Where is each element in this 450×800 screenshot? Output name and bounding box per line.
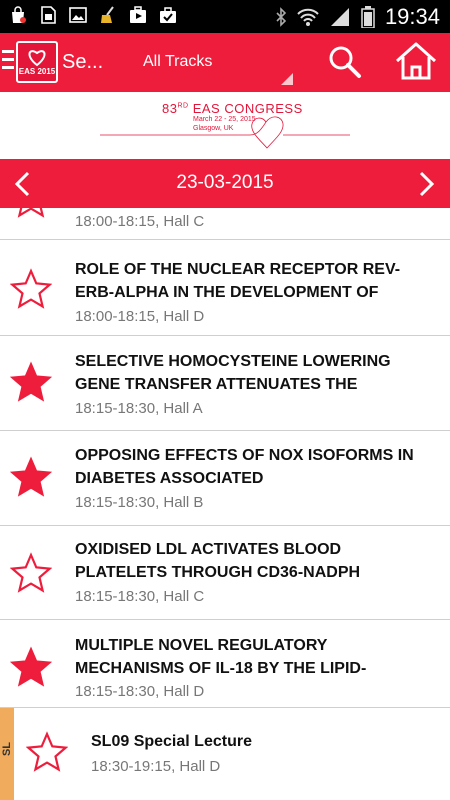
- broom-icon: [101, 6, 114, 23]
- search-icon[interactable]: [328, 45, 362, 79]
- track-filter-dropdown[interactable]: All Tracks: [130, 53, 295, 85]
- session-meta: 18:15-18:30, Hall B: [75, 494, 204, 511]
- session-meta: 18:15-18:30, Hall A: [75, 400, 203, 417]
- sim-card-icon: [41, 6, 56, 24]
- chevron-right-icon[interactable]: [418, 171, 436, 197]
- session-row[interactable]: MULTIPLE NOVEL REGULATORY MECHANISMS OF …: [0, 620, 450, 708]
- page-title: Se...: [62, 51, 104, 73]
- track-code: SL: [1, 741, 13, 757]
- session-row[interactable]: ROLE OF THE NUCLEAR RECEPTOR REV-ERB-ALP…: [0, 240, 450, 336]
- date-navigation: 23-03-2015: [0, 159, 450, 208]
- status-bar: 19:34: [0, 0, 450, 33]
- app-logo[interactable]: EAS 2015: [16, 41, 58, 83]
- image-icon: [69, 7, 87, 23]
- session-meta: 18:00-18:15, Hall C: [75, 213, 205, 230]
- star-outline-icon[interactable]: [26, 731, 68, 773]
- shopping-bag-icon: [12, 6, 26, 23]
- play-store-icon: [130, 6, 146, 23]
- congress-city: Glasgow, UK: [193, 125, 234, 132]
- session-row[interactable]: OPPOSING EFFECTS OF NOX ISOFORMS IN DIAB…: [0, 431, 450, 526]
- briefcase-icon: [160, 7, 176, 23]
- session-row[interactable]: OXIDISED LDL ACTIVATES BLOOD PLATELETS T…: [0, 526, 450, 620]
- home-icon[interactable]: [394, 41, 438, 81]
- session-meta: 18:15-18:30, Hall D: [75, 683, 205, 700]
- session-list: 18:00-18:15, Hall C ROLE OF THE NUCLEAR …: [0, 208, 450, 800]
- menu-icon[interactable]: [2, 50, 14, 72]
- star-outline-icon[interactable]: [10, 268, 52, 310]
- congress-dates: March 22 - 25, 2015: [193, 116, 256, 123]
- session-row[interactable]: 18:00-18:15, Hall C: [0, 208, 450, 240]
- session-row[interactable]: SELECTIVE HOMOCYSTEINE LOWERING GENE TRA…: [0, 336, 450, 431]
- current-date: 23-03-2015: [176, 172, 274, 193]
- congress-banner: 83RD EAS CONGRESS March 22 - 25, 2015 Gl…: [0, 92, 450, 159]
- wifi-icon: [297, 8, 319, 26]
- star-filled-icon[interactable]: [10, 646, 52, 688]
- session-title: OXIDISED LDL ACTIVATES BLOOD PLATELETS T…: [75, 541, 361, 581]
- session-meta: 18:15-18:30, Hall C: [75, 588, 205, 605]
- session-title: ROLE OF THE NUCLEAR RECEPTOR REV-ERB-ALP…: [75, 261, 401, 301]
- star-filled-icon[interactable]: [10, 361, 52, 403]
- svg-text:EAS 2015: EAS 2015: [19, 67, 56, 76]
- signal-icon: [330, 8, 349, 26]
- star-filled-icon[interactable]: [10, 456, 52, 498]
- session-meta: 18:00-18:15, Hall D: [75, 308, 205, 325]
- star-outline-icon[interactable]: [10, 208, 52, 219]
- session-title: OPPOSING EFFECTS OF NOX ISOFORMS IN DIAB…: [75, 447, 414, 487]
- star-outline-icon[interactable]: [10, 552, 52, 594]
- dropdown-indicator-icon: [281, 73, 293, 85]
- bluetooth-icon: [276, 7, 287, 27]
- track-filter-label: All Tracks: [143, 53, 213, 70]
- special-lecture-row[interactable]: SL SL09 Special Lecture 18:30-19:15, Hal…: [0, 708, 450, 800]
- session-title: SL09 Special Lecture: [91, 733, 252, 750]
- session-title: MULTIPLE NOVEL REGULATORY MECHANISMS OF …: [75, 637, 367, 677]
- app-bar: EAS 2015 Se... All Tracks: [0, 33, 450, 92]
- congress-title: 83RD EAS CONGRESS: [162, 101, 303, 116]
- clock: 19:34: [384, 4, 440, 29]
- session-meta: 18:30-19:15, Hall D: [91, 758, 221, 775]
- battery-icon: [361, 6, 375, 28]
- heart-logo-icon: EAS 2015: [19, 50, 56, 76]
- session-title: SELECTIVE HOMOCYSTEINE LOWERING GENE TRA…: [75, 353, 391, 393]
